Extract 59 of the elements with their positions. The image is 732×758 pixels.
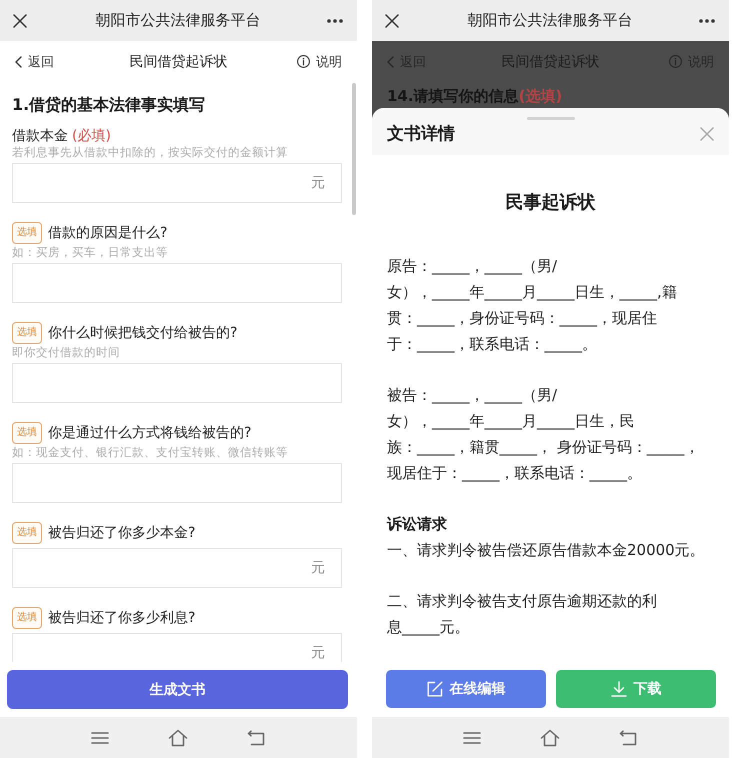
optional-tag: 选填 [12, 422, 42, 444]
download-icon [610, 681, 626, 697]
edit-online-button[interactable]: 在线编辑 [386, 670, 546, 708]
field-hint: 如：买房，买车，日常支出等 [12, 245, 169, 259]
info-icon [297, 55, 310, 68]
field-hint: 如：现金支付、银行汇款、支付宝转账、微信转账等 [12, 445, 289, 459]
chevron-left-icon [387, 56, 394, 68]
optional-tag: 选填 [12, 522, 42, 544]
help-link[interactable]: 说明 [297, 52, 342, 70]
unit-label: 元 [311, 645, 325, 661]
field-hint: 即你交付借款的时间 [12, 345, 121, 359]
unit-label: 元 [311, 560, 325, 576]
back-link[interactable]: 返回 [15, 52, 54, 70]
field-label: 你什么时候把钱交付给被告的? [48, 324, 238, 342]
home-icon[interactable] [168, 728, 188, 746]
more-icon[interactable] [699, 18, 715, 22]
info-icon [669, 55, 682, 68]
field-label: 被告归还了你多少利息? [48, 609, 196, 627]
document-paragraph: 一、请求判令被告偿还原告借款本金20000元。 [387, 540, 706, 561]
input-field[interactable] [12, 463, 342, 503]
document-paragraph: 原告：_____，_____（男/女），_____年_____月_____日生，_____,籍贯：_____，身份证号码：_____，现居住于：_____，联系电话：_____。 [387, 256, 678, 355]
required-mark: (必填) [72, 127, 111, 145]
unit-label: 元 [311, 175, 325, 191]
document-paragraph: 被告：_____，_____（男/女），_____年_____月_____日生，民族：_____，籍贯_____， 身份证号码：_____，现居住于：_____，联系电话：_____。 [387, 385, 700, 484]
document-title: 民事起诉状 [504, 191, 596, 215]
edit-icon [426, 681, 442, 697]
menu-icon[interactable] [90, 730, 108, 744]
back-icon[interactable] [246, 730, 264, 746]
section-title: 1.借贷的基本法律事实填写 [12, 94, 206, 116]
input-field[interactable]: 元 [12, 548, 342, 588]
optional-mark: (选填) [518, 87, 562, 105]
more-icon[interactable] [327, 18, 343, 22]
field-label: 借款的原因是什么? [48, 224, 168, 242]
app-title: 朝阳市公共法律服务平台 [468, 11, 632, 30]
input-field[interactable]: 元 [12, 163, 342, 203]
document-heading: 诉讼请求 [387, 514, 448, 535]
input-field[interactable] [12, 263, 342, 303]
generate-document-button[interactable]: 生成文书 [7, 670, 348, 709]
download-button[interactable]: 下载 [556, 670, 716, 708]
page-title: 民间借贷起诉状 [130, 52, 228, 70]
document-paragraph: 二、请求判令被告支付原告逾期还款的利息_____元。 [387, 591, 658, 638]
sheet-title: 文书详情 [387, 123, 455, 145]
home-icon[interactable] [540, 728, 560, 746]
menu-icon[interactable] [462, 730, 480, 744]
close-icon[interactable] [385, 14, 399, 28]
drag-handle[interactable] [527, 117, 575, 120]
field-label: 借款本金 [12, 127, 68, 145]
optional-tag: 选填 [12, 322, 42, 344]
close-icon[interactable] [13, 14, 27, 28]
optional-tag: 选填 [12, 222, 42, 244]
field-label: 被告归还了你多少本金? [48, 524, 196, 542]
optional-tag: 选填 [12, 607, 42, 629]
back-icon[interactable] [618, 730, 636, 746]
app-title: 朝阳市公共法律服务平台 [96, 11, 260, 30]
field-label: 你是通过什么方式将钱给被告的? [48, 424, 252, 442]
input-field[interactable] [12, 363, 342, 403]
chevron-left-icon [15, 56, 22, 68]
input-field[interactable]: 元 [12, 633, 342, 662]
field-hint: 若利息事先从借款中扣除的，按实际交付的金额计算 [12, 145, 289, 159]
